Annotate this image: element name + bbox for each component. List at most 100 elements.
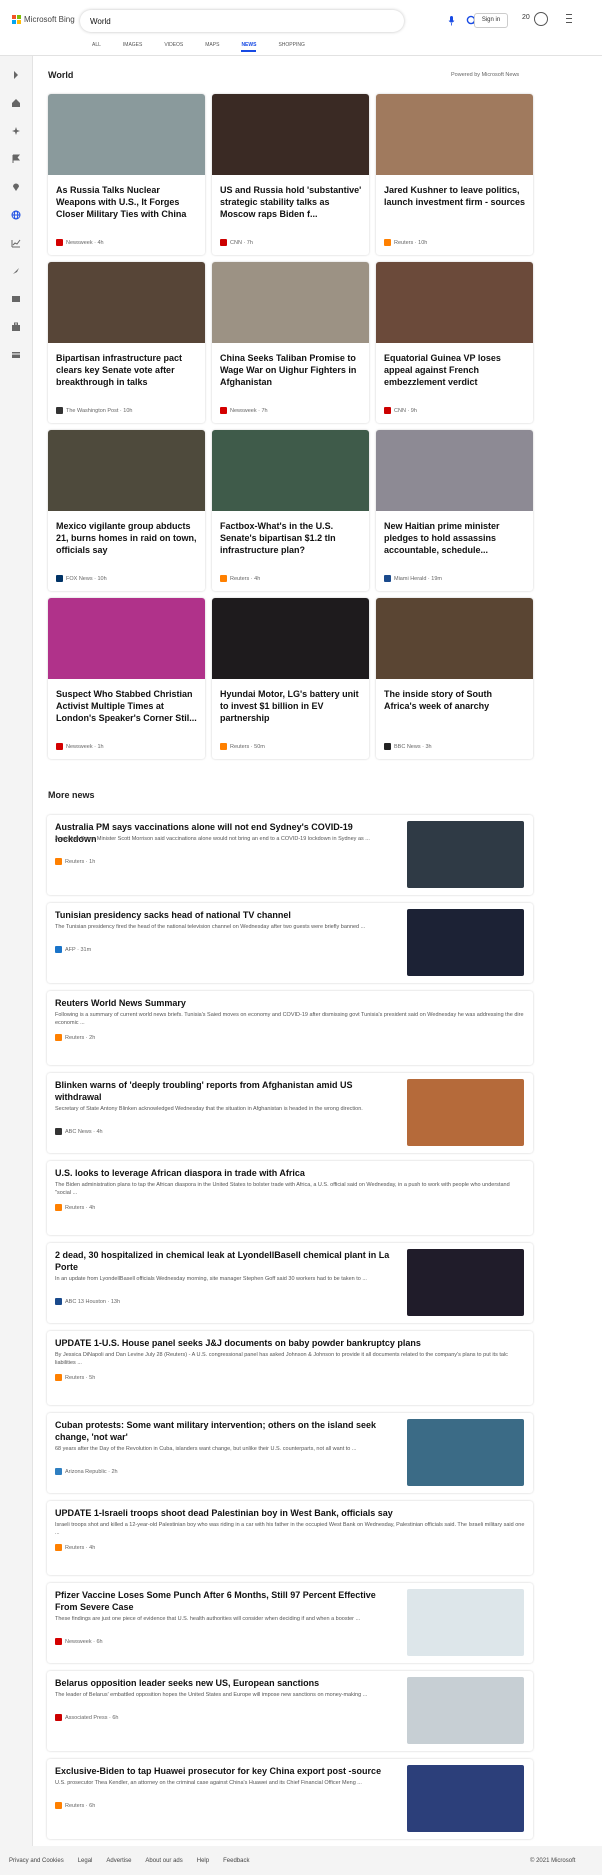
more-news-item[interactable]: U.S. looks to leverage African diaspora … — [47, 1161, 533, 1235]
more-news-thumbnail[interactable] — [407, 1589, 524, 1656]
rewards-points[interactable]: 20 — [522, 14, 530, 21]
more-news-headline[interactable]: Reuters World News Summary — [55, 997, 525, 1009]
more-news-item[interactable]: UPDATE 1-Israeli troops shoot dead Pales… — [47, 1501, 533, 1575]
news-card[interactable]: The inside story of South Africa's week … — [376, 598, 533, 759]
more-news-headline[interactable]: Cuban protests: Some want military inter… — [55, 1419, 395, 1443]
flag-icon[interactable] — [11, 154, 21, 164]
news-card[interactable]: US and Russia hold 'substantive' strateg… — [212, 94, 369, 255]
more-news-thumbnail[interactable] — [407, 1249, 524, 1316]
microphone-icon[interactable] — [448, 16, 455, 26]
news-card-headline[interactable]: US and Russia hold 'substantive' strateg… — [220, 184, 362, 220]
search-box[interactable] — [80, 10, 478, 32]
tab-images[interactable]: IMAGES — [123, 40, 142, 50]
news-card-headline[interactable]: Jared Kushner to leave politics, launch … — [384, 184, 526, 208]
tab-shopping[interactable]: SHOPPING — [278, 40, 304, 50]
news-card-image[interactable] — [48, 598, 205, 679]
news-card-headline[interactable]: Mexico vigilante group abducts 21, burns… — [56, 520, 198, 556]
sign-in-button[interactable]: Sign in — [474, 13, 508, 28]
news-card-headline[interactable]: Hyundai Motor, LG's battery unit to inve… — [220, 688, 362, 724]
more-news-thumbnail[interactable] — [407, 1765, 524, 1832]
card-icon[interactable] — [11, 350, 21, 360]
more-news-item[interactable]: UPDATE 1-U.S. House panel seeks J&J docu… — [47, 1331, 533, 1405]
more-news-source: Reuters · 1h — [55, 858, 95, 865]
tab-news[interactable]: NEWS — [241, 40, 257, 52]
news-card-headline[interactable]: The inside story of South Africa's week … — [384, 688, 526, 712]
more-news-headline[interactable]: Belarus opposition leader seeks new US, … — [55, 1677, 395, 1689]
news-card[interactable]: Hyundai Motor, LG's battery unit to inve… — [212, 598, 369, 759]
news-card-headline[interactable]: Suspect Who Stabbed Christian Activist M… — [56, 688, 198, 724]
bing-logo[interactable]: Microsoft Bing — [12, 15, 75, 24]
news-card-headline[interactable]: China Seeks Taliban Promise to Wage War … — [220, 352, 362, 388]
footer-link-legal[interactable]: Legal — [78, 1858, 93, 1864]
news-card[interactable]: Factbox-What's in the U.S. Senate's bipa… — [212, 430, 369, 591]
news-card-image[interactable] — [212, 430, 369, 511]
tab-all[interactable]: ALL — [92, 40, 101, 50]
more-news-headline[interactable]: Exclusive-Biden to tap Huawei prosecutor… — [55, 1765, 395, 1777]
more-news-thumbnail[interactable] — [407, 1677, 524, 1744]
globe-icon[interactable] — [11, 210, 21, 220]
media-icon[interactable] — [11, 294, 21, 304]
news-card[interactable]: Mexico vigilante group abducts 21, burns… — [48, 430, 205, 591]
news-card[interactable]: New Haitian prime minister pledges to ho… — [376, 430, 533, 591]
chart-icon[interactable] — [11, 238, 21, 248]
more-news-item[interactable]: Pfizer Vaccine Loses Some Punch After 6 … — [47, 1583, 533, 1663]
news-card-image[interactable] — [376, 598, 533, 679]
more-news-thumbnail[interactable] — [407, 1079, 524, 1146]
news-card-image[interactable] — [376, 94, 533, 175]
more-news-item[interactable]: Blinken warns of 'deeply troubling' repo… — [47, 1073, 533, 1153]
news-card-headline[interactable]: Equatorial Guinea VP loses appeal agains… — [384, 352, 526, 388]
news-card-image[interactable] — [376, 262, 533, 343]
news-card[interactable]: China Seeks Taliban Promise to Wage War … — [212, 262, 369, 423]
news-card-image[interactable] — [48, 430, 205, 511]
more-news-item[interactable]: Exclusive-Biden to tap Huawei prosecutor… — [47, 1759, 533, 1839]
more-news-headline[interactable]: Pfizer Vaccine Loses Some Punch After 6 … — [55, 1589, 395, 1613]
news-card[interactable]: Bipartisan infrastructure pact clears ke… — [48, 262, 205, 423]
rocket-icon[interactable] — [11, 266, 21, 276]
more-news-headline[interactable]: UPDATE 1-U.S. House panel seeks J&J docu… — [55, 1337, 525, 1349]
rewards-trophy-icon[interactable] — [534, 12, 548, 26]
home-icon[interactable] — [11, 98, 21, 108]
footer-link-about-ads[interactable]: About our ads — [145, 1858, 182, 1864]
tab-maps[interactable]: MAPS — [205, 40, 219, 50]
location-icon[interactable] — [11, 182, 21, 192]
more-news-item[interactable]: 2 dead, 30 hospitalized in chemical leak… — [47, 1243, 533, 1323]
news-card-image[interactable] — [48, 262, 205, 343]
more-news-item[interactable]: Belarus opposition leader seeks new US, … — [47, 1671, 533, 1751]
news-card[interactable]: As Russia Talks Nuclear Weapons with U.S… — [48, 94, 205, 255]
more-news-headline[interactable]: UPDATE 1-Israeli troops shoot dead Pales… — [55, 1507, 525, 1519]
news-card[interactable]: Equatorial Guinea VP loses appeal agains… — [376, 262, 533, 423]
more-news-headline[interactable]: 2 dead, 30 hospitalized in chemical leak… — [55, 1249, 395, 1273]
menu-icon[interactable] — [566, 14, 572, 23]
news-card-image[interactable] — [48, 94, 205, 175]
more-news-item[interactable]: Cuban protests: Some want military inter… — [47, 1413, 533, 1493]
news-card-headline[interactable]: Bipartisan infrastructure pact clears ke… — [56, 352, 198, 388]
more-news-headline[interactable]: Blinken warns of 'deeply troubling' repo… — [55, 1079, 395, 1103]
expand-chevron-icon[interactable] — [11, 70, 21, 80]
more-news-thumbnail[interactable] — [407, 821, 524, 888]
briefcase-icon[interactable] — [11, 322, 21, 332]
news-card-headline[interactable]: New Haitian prime minister pledges to ho… — [384, 520, 526, 556]
more-news-item[interactable]: Tunisian presidency sacks head of nation… — [47, 903, 533, 983]
news-card-headline[interactable]: As Russia Talks Nuclear Weapons with U.S… — [56, 184, 198, 220]
discover-icon[interactable] — [11, 126, 21, 136]
more-news-headline[interactable]: U.S. looks to leverage African diaspora … — [55, 1167, 525, 1179]
footer-link-feedback[interactable]: Feedback — [223, 1858, 249, 1864]
news-card[interactable]: Jared Kushner to leave politics, launch … — [376, 94, 533, 255]
footer-link-privacy[interactable]: Privacy and Cookies — [9, 1858, 64, 1864]
more-news-thumbnail[interactable] — [407, 909, 524, 976]
news-card-headline[interactable]: Factbox-What's in the U.S. Senate's bipa… — [220, 520, 362, 556]
more-news-headline[interactable]: Tunisian presidency sacks head of nation… — [55, 909, 395, 921]
more-news-item[interactable]: Australia PM says vaccinations alone wil… — [47, 815, 533, 895]
footer-link-advertise[interactable]: Advertise — [106, 1858, 131, 1864]
more-news-source-text: Reuters · 2h — [65, 1034, 96, 1041]
news-card-image[interactable] — [212, 262, 369, 343]
news-card[interactable]: Suspect Who Stabbed Christian Activist M… — [48, 598, 205, 759]
footer-link-help[interactable]: Help — [197, 1858, 209, 1864]
more-news-thumbnail[interactable] — [407, 1419, 524, 1486]
search-input[interactable] — [90, 14, 360, 28]
tab-videos[interactable]: VIDEOS — [164, 40, 183, 50]
more-news-item[interactable]: Reuters World News Summary Following is a… — [47, 991, 533, 1065]
news-card-image[interactable] — [212, 598, 369, 679]
news-card-image[interactable] — [212, 94, 369, 175]
news-card-image[interactable] — [376, 430, 533, 511]
